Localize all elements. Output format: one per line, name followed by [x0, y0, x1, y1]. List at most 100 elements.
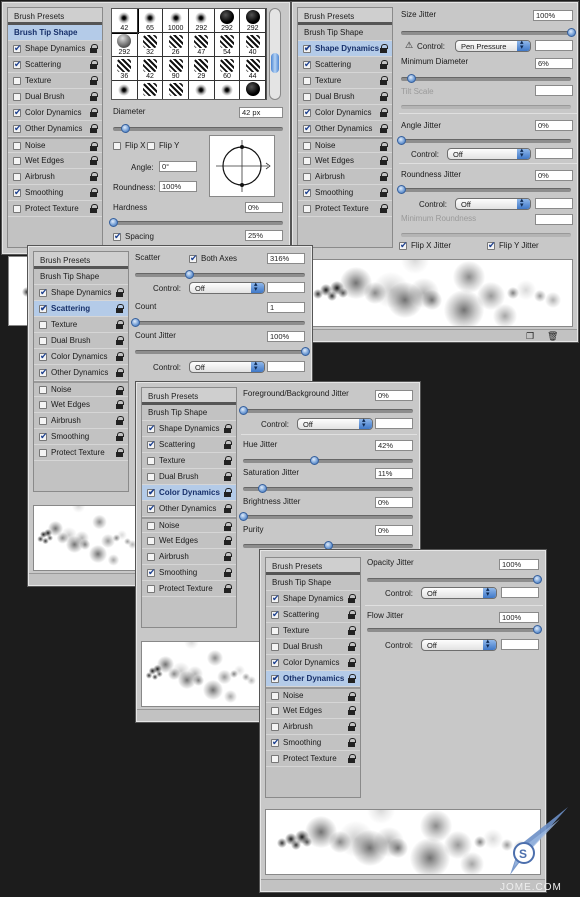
noise-checkbox[interactable]: [13, 141, 21, 150]
spacing-checkbox[interactable]: Spacing: [113, 231, 154, 242]
brush-tip-cell[interactable]: 47: [188, 33, 215, 57]
roundness-jitter-field[interactable]: 0%: [535, 170, 573, 181]
sidebar-item-airbrush[interactable]: Airbrush: [298, 169, 392, 185]
lock-icon[interactable]: [224, 456, 232, 465]
brush-tip-cell[interactable]: 26: [163, 33, 189, 57]
brush-tip-cell[interactable]: [138, 81, 164, 99]
sidebar-item-color-dynamics[interactable]: Color Dynamics: [298, 105, 392, 121]
roundness-field[interactable]: 100%: [159, 181, 197, 192]
brush-tip-cell[interactable]: 29: [188, 57, 215, 81]
lock-icon[interactable]: [116, 352, 124, 361]
saturation-jitter-field[interactable]: 11%: [375, 468, 413, 479]
texture-checkbox[interactable]: [303, 76, 311, 85]
noise-checkbox[interactable]: [39, 385, 47, 394]
brightness-jitter-slider[interactable]: [239, 512, 413, 521]
lock-icon[interactable]: [348, 722, 356, 731]
other-dynamics-checkbox[interactable]: [271, 673, 280, 684]
wet-edges-checkbox[interactable]: [39, 400, 47, 409]
count-slider[interactable]: [131, 318, 305, 327]
lock-icon[interactable]: [116, 386, 124, 395]
lock-icon[interactable]: [348, 642, 356, 651]
control-value-field[interactable]: [501, 587, 539, 598]
slider-knob[interactable]: [533, 575, 542, 584]
slider-knob[interactable]: [185, 270, 195, 279]
sidebar-item-smoothing[interactable]: Smoothing: [266, 735, 360, 751]
control-value-field[interactable]: [535, 198, 573, 209]
angle-jitter-slider[interactable]: [397, 136, 571, 145]
fg-bg-jitter-field[interactable]: 0%: [375, 390, 413, 401]
lock-icon[interactable]: [90, 92, 98, 101]
smoothing-checkbox[interactable]: [303, 187, 312, 198]
lock-icon[interactable]: [224, 424, 232, 433]
lock-icon[interactable]: [348, 754, 356, 763]
smoothing-checkbox[interactable]: [39, 431, 48, 442]
sidebar-item-shape-dynamics[interactable]: Shape Dynamics: [266, 591, 360, 607]
texture-checkbox[interactable]: [39, 320, 47, 329]
lock-icon[interactable]: [90, 142, 98, 151]
other-dynamics-checkbox[interactable]: [39, 367, 48, 378]
airbrush-checkbox[interactable]: [303, 172, 311, 181]
wet-edges-checkbox[interactable]: [13, 156, 21, 165]
flip-x-checkbox[interactable]: Flip X: [113, 141, 145, 150]
slider-knob[interactable]: [120, 124, 130, 133]
slider-knob[interactable]: [324, 541, 333, 550]
slider-knob[interactable]: [239, 512, 248, 521]
slider-knob[interactable]: [397, 185, 406, 194]
lock-icon[interactable]: [116, 448, 124, 457]
lock-icon[interactable]: [224, 552, 232, 561]
shape-dynamics-checkbox[interactable]: [13, 43, 22, 54]
brush-tip-cell[interactable]: 54: [214, 33, 241, 57]
sidebar-item-shape-dynamics[interactable]: Shape Dynamics: [298, 41, 392, 57]
lock-icon[interactable]: [116, 432, 124, 441]
scroll-thumb[interactable]: [271, 53, 279, 73]
sidebar-item-smoothing[interactable]: Smoothing: [142, 565, 236, 581]
smoothing-checkbox[interactable]: [13, 187, 22, 198]
hue-jitter-field[interactable]: 42%: [375, 440, 413, 451]
sidebar-item-wet-edges[interactable]: Wet Edges: [298, 153, 392, 169]
texture-checkbox[interactable]: [271, 626, 279, 635]
lock-icon[interactable]: [224, 568, 232, 577]
sidebar-item-brush-presets[interactable]: Brush Presets: [34, 252, 128, 269]
lock-icon[interactable]: [116, 336, 124, 345]
sidebar-item-brush-tip-shape[interactable]: Brush Tip Shape: [142, 405, 236, 421]
sidebar-item-smoothing[interactable]: Smoothing: [34, 429, 128, 445]
sidebar-item-dual-brush[interactable]: Dual Brush: [34, 333, 128, 349]
brush-tip-cell[interactable]: 42: [112, 9, 139, 34]
noise-checkbox[interactable]: [271, 691, 279, 700]
slider-knob[interactable]: [301, 347, 310, 356]
lock-icon[interactable]: [90, 124, 98, 133]
sidebar-item-scattering[interactable]: Scattering: [266, 607, 360, 623]
brush-tip-cell[interactable]: 90: [163, 57, 189, 81]
lock-icon[interactable]: [224, 522, 232, 531]
opacity-jitter-field[interactable]: 100%: [499, 559, 539, 570]
control-select-fg-bg[interactable]: Off: [297, 416, 373, 430]
sidebar-item-dual-brush[interactable]: Dual Brush: [142, 469, 236, 485]
airbrush-checkbox[interactable]: [147, 552, 155, 561]
sidebar-item-airbrush[interactable]: Airbrush: [8, 169, 102, 185]
sidebar-item-dual-brush[interactable]: Dual Brush: [298, 89, 392, 105]
control-select-count[interactable]: Off: [189, 359, 265, 373]
flip-y-checkbox[interactable]: Flip Y: [147, 141, 179, 150]
sidebar-item-scattering[interactable]: Scattering: [298, 57, 392, 73]
sidebar-item-texture[interactable]: Texture: [298, 73, 392, 89]
dual-brush-checkbox[interactable]: [271, 642, 279, 651]
brush-tip-cell[interactable]: 40: [240, 33, 266, 57]
sidebar-item-protect-texture[interactable]: Protect Texture: [8, 201, 102, 217]
lock-icon[interactable]: [90, 108, 98, 117]
sidebar-item-scattering[interactable]: Scattering: [34, 301, 128, 317]
control-select-flow[interactable]: Off: [421, 637, 497, 651]
lock-icon[interactable]: [90, 44, 98, 53]
lock-icon[interactable]: [90, 204, 98, 213]
lock-icon[interactable]: [380, 44, 388, 53]
lock-icon[interactable]: [116, 320, 124, 329]
scatter-slider[interactable]: [135, 270, 305, 279]
lock-icon[interactable]: [348, 706, 356, 715]
brush-tip-cell[interactable]: [189, 81, 215, 99]
sidebar-item-other-dynamics[interactable]: Other Dynamics: [298, 121, 392, 137]
sidebar-item-color-dynamics[interactable]: Color Dynamics: [34, 349, 128, 365]
lock-icon[interactable]: [90, 76, 98, 85]
scattering-checkbox[interactable]: [13, 59, 22, 70]
control-value-field[interactable]: [267, 361, 305, 372]
sidebar-item-shape-dynamics[interactable]: Shape Dynamics: [142, 421, 236, 437]
flow-jitter-field[interactable]: 100%: [499, 612, 539, 623]
